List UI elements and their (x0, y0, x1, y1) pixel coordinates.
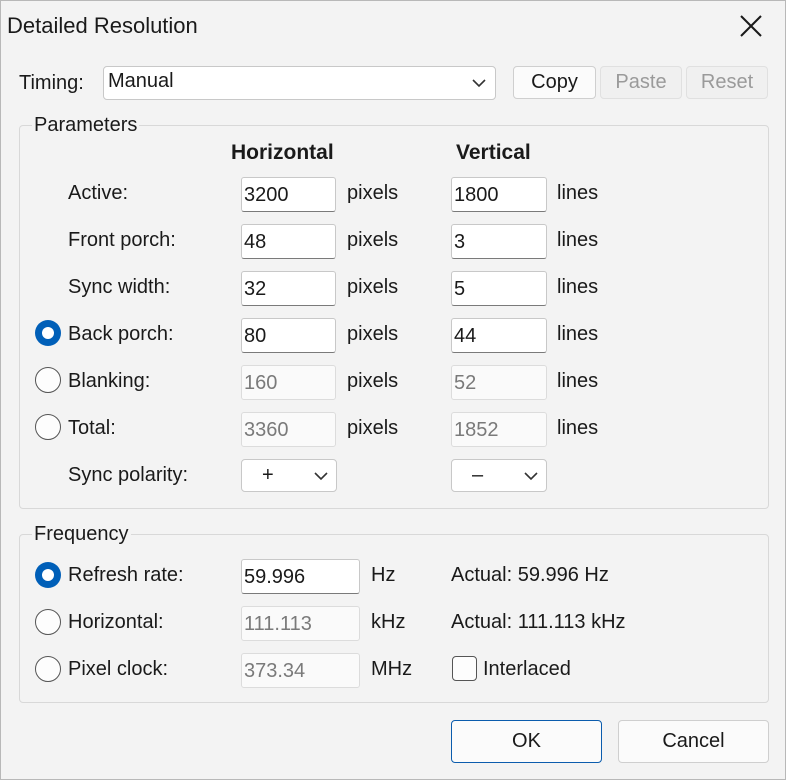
chevron-down-icon (314, 460, 328, 491)
unit-lines: lines (557, 323, 599, 345)
timing-select-value: Manual (108, 70, 174, 92)
refresh-rate-label: Refresh rate: (68, 564, 184, 586)
active-v-input[interactable]: 1800 (451, 177, 547, 212)
unit-lines: lines (557, 276, 599, 298)
pixel-clock-label: Pixel clock: (68, 658, 169, 680)
chevron-down-icon (524, 460, 538, 491)
unit-pixels: pixels (347, 229, 399, 251)
pixel-clock-input[interactable]: 373.34 (241, 653, 360, 688)
refresh-rate-input[interactable]: 59.996 (241, 559, 360, 594)
parameters-title: Parameters (32, 114, 140, 137)
blanking-radio[interactable] (35, 367, 61, 393)
copy-button[interactable]: Copy (513, 66, 596, 99)
unit-pixels: pixels (347, 370, 399, 392)
horizontal-freq-actual: Actual: 111.113 kHz (451, 611, 626, 633)
blanking-label: Blanking: (68, 370, 151, 392)
sync-polarity-label: Sync polarity: (68, 464, 189, 486)
frequency-title: Frequency (32, 523, 131, 546)
window-title: Detailed Resolution (7, 13, 198, 38)
horizontal-freq-unit: kHz (371, 611, 406, 633)
sync-width-label: Sync width: (68, 276, 171, 298)
sync-polarity-v-select[interactable]: – (451, 459, 547, 492)
sync-polarity-h-value: + (262, 464, 274, 486)
cancel-button[interactable]: Cancel (618, 720, 769, 763)
vertical-column-header: Vertical (456, 141, 531, 164)
dialog-window: Detailed Resolution Timing: Manual Copy … (0, 0, 786, 780)
refresh-rate-radio[interactable] (35, 562, 61, 588)
reset-button[interactable]: Reset (686, 66, 768, 99)
ok-button[interactable]: OK (451, 720, 602, 763)
back-porch-radio[interactable] (35, 320, 61, 346)
back-porch-v-input[interactable]: 44 (451, 318, 547, 353)
blanking-v-input[interactable]: 52 (451, 365, 547, 400)
unit-lines: lines (557, 229, 599, 251)
timing-label: Timing: (19, 72, 84, 94)
unit-lines: lines (557, 370, 599, 392)
horizontal-freq-radio[interactable] (35, 609, 61, 635)
total-label: Total: (68, 417, 116, 439)
sync-polarity-v-value: – (472, 464, 484, 486)
paste-button[interactable]: Paste (600, 66, 682, 99)
unit-lines: lines (557, 182, 599, 204)
unit-pixels: pixels (347, 323, 399, 345)
horizontal-freq-label: Horizontal: (68, 611, 164, 633)
interlaced-checkbox[interactable] (452, 656, 477, 681)
pixel-clock-unit: MHz (371, 658, 413, 680)
pixel-clock-radio[interactable] (35, 656, 61, 682)
horizontal-column-header: Horizontal (231, 141, 334, 164)
horizontal-freq-input[interactable]: 111.113 (241, 606, 360, 641)
active-label: Active: (68, 182, 129, 204)
back-porch-h-input[interactable]: 80 (241, 318, 336, 353)
interlaced-label: Interlaced (483, 658, 571, 680)
sync-width-v-input[interactable]: 5 (451, 271, 547, 306)
total-h-input[interactable]: 3360 (241, 412, 336, 447)
front-porch-v-input[interactable]: 3 (451, 224, 547, 259)
unit-pixels: pixels (347, 417, 399, 439)
sync-width-h-input[interactable]: 32 (241, 271, 336, 306)
active-h-input[interactable]: 3200 (241, 177, 336, 212)
close-icon (740, 15, 762, 37)
total-v-input[interactable]: 1852 (451, 412, 547, 447)
title-bar: Detailed Resolution (1, 1, 785, 53)
front-porch-label: Front porch: (68, 229, 176, 251)
unit-lines: lines (557, 417, 599, 439)
refresh-rate-unit: Hz (371, 564, 396, 586)
front-porch-h-input[interactable]: 48 (241, 224, 336, 259)
refresh-rate-actual: Actual: 59.996 Hz (451, 564, 609, 586)
timing-select[interactable]: Manual (103, 66, 496, 100)
sync-polarity-h-select[interactable]: + (241, 459, 337, 492)
back-porch-label: Back porch: (68, 323, 174, 345)
unit-pixels: pixels (347, 182, 399, 204)
unit-pixels: pixels (347, 276, 399, 298)
total-radio[interactable] (35, 414, 61, 440)
close-button[interactable] (723, 1, 779, 51)
blanking-h-input[interactable]: 160 (241, 365, 336, 400)
chevron-down-icon (472, 67, 486, 99)
